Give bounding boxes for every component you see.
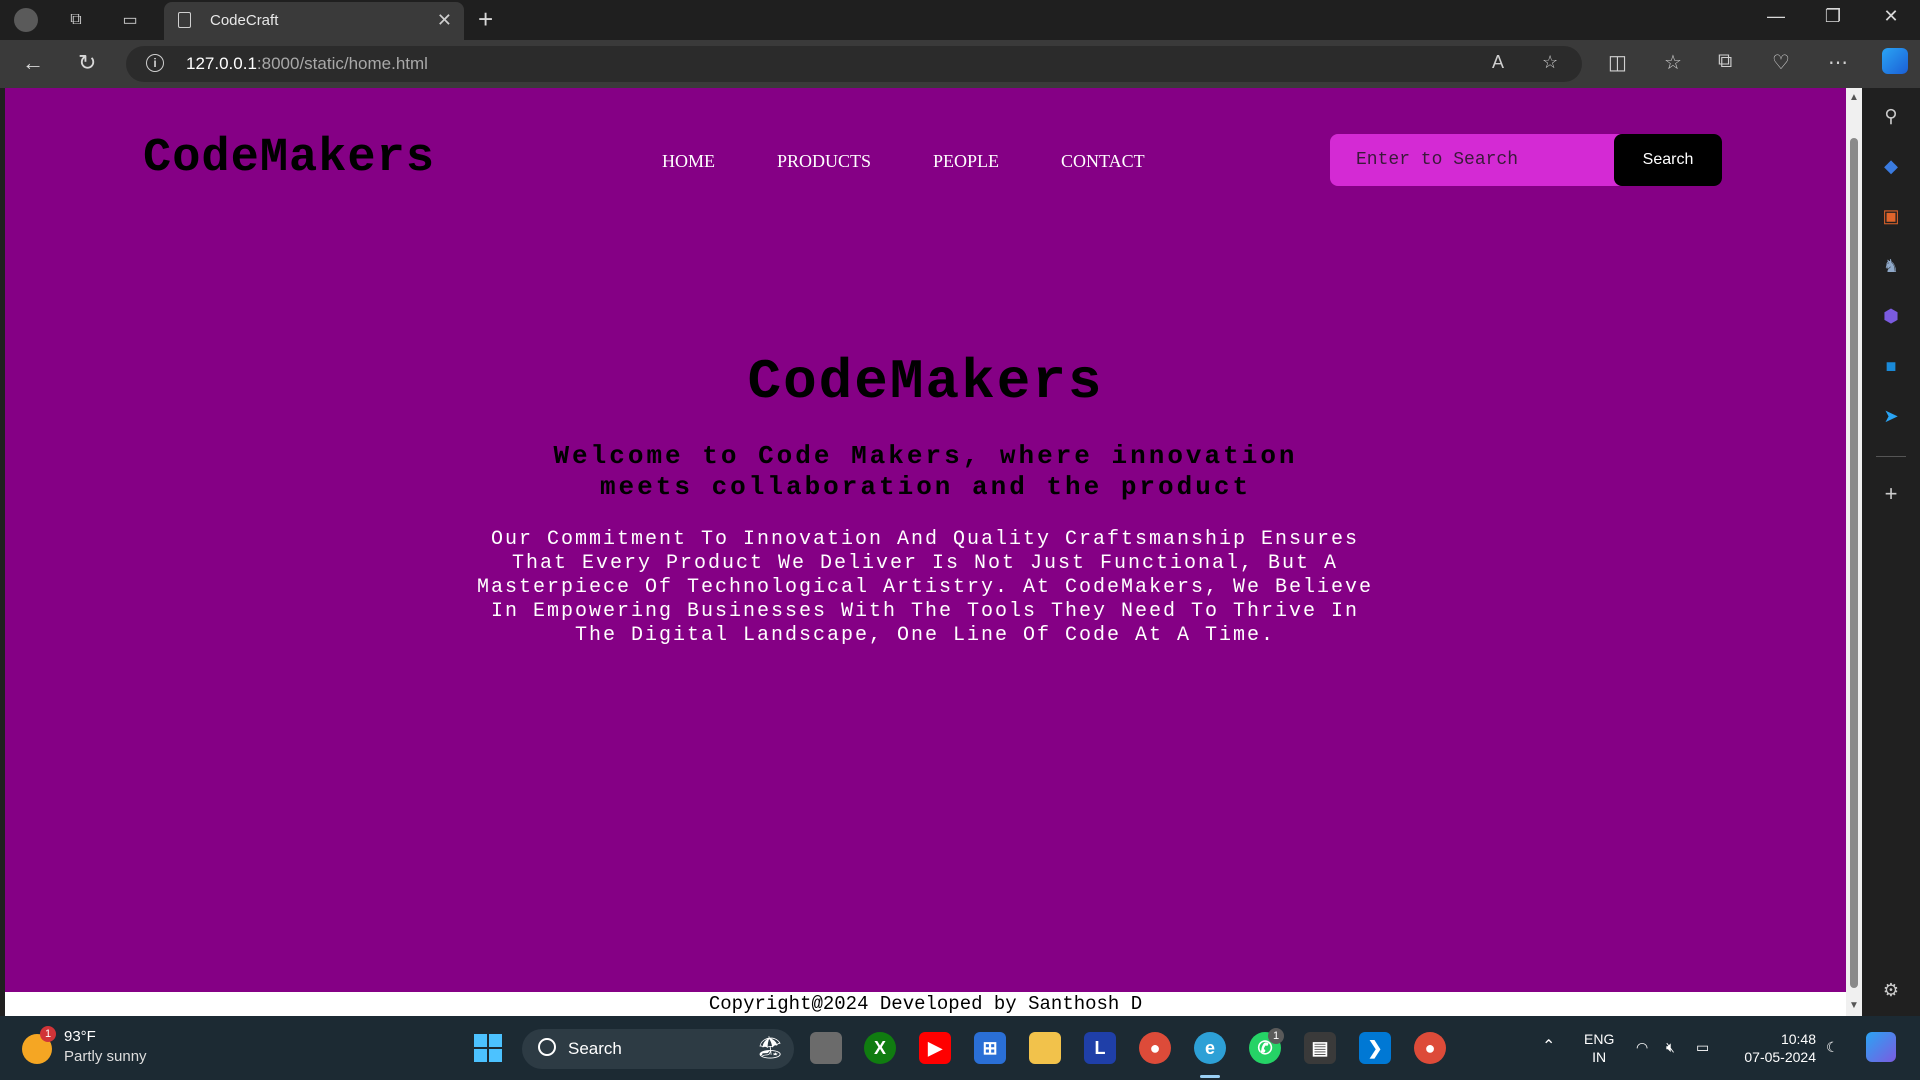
l-app-icon[interactable]: L: [1084, 1032, 1116, 1064]
show-hidden-icons-chevron-icon[interactable]: ⌃: [1542, 1038, 1555, 1056]
browser-title-bar: ⧉ ▭ CodeCraft ✕ + — ❐ ✕: [0, 0, 1920, 40]
file-explorer-icon[interactable]: [1029, 1032, 1061, 1064]
workspaces-icon[interactable]: ⧉: [64, 8, 88, 32]
favorite-star-icon[interactable]: ☆: [1542, 52, 1558, 73]
profile-avatar-icon[interactable]: [14, 8, 38, 32]
chrome-profile-icon[interactable]: ●: [1414, 1032, 1446, 1064]
wifi-icon[interactable]: ◠: [1636, 1038, 1648, 1056]
scroll-up-icon[interactable]: ▲: [1849, 92, 1859, 103]
hero-title: CodeMakers: [747, 350, 1104, 414]
windows-start-icon[interactable]: [472, 1032, 504, 1064]
copilot-icon[interactable]: [1882, 48, 1908, 74]
clock-time: 10:48: [1780, 1031, 1816, 1047]
search-highlight-icon: 🏖: [756, 1035, 784, 1060]
volume-muted-icon[interactable]: 🔇︎: [1666, 1038, 1675, 1056]
tools-icon[interactable]: ▣: [1879, 204, 1903, 228]
vscode-icon[interactable]: ❯: [1359, 1032, 1391, 1064]
windows-taskbar: 1 93°F Partly sunny Search 🏖 X ▶ ⊞ L ● e…: [0, 1016, 1920, 1080]
site-info-icon[interactable]: i: [146, 54, 164, 72]
clock[interactable]: 10:48 07-05-2024: [1736, 1030, 1816, 1066]
edge-sidebar: ⚲ ◆ ▣ ♞ ⬢ ■ ➤ + ⚙: [1862, 88, 1920, 1016]
outlook-icon[interactable]: ■: [1879, 354, 1903, 378]
address-bar[interactable]: i 127.0.0.1:8000/static/home.html A ☆: [126, 46, 1582, 82]
split-screen-icon[interactable]: ◫: [1608, 50, 1627, 75]
lang-code: ENG: [1584, 1031, 1615, 1047]
nav-people[interactable]: PEOPLE: [933, 151, 999, 172]
edge-icon[interactable]: e: [1194, 1032, 1226, 1064]
nav-contact[interactable]: CONTACT: [1061, 151, 1145, 172]
search-icon: [538, 1038, 556, 1056]
clock-date: 07-05-2024: [1744, 1049, 1816, 1065]
vertical-tabs-icon[interactable]: ▭: [118, 8, 142, 32]
favorites-icon[interactable]: ☆: [1664, 50, 1682, 75]
snipping-tool-icon[interactable]: ▤: [1304, 1032, 1336, 1064]
new-tab-button[interactable]: +: [478, 4, 493, 35]
nav-home[interactable]: HOME: [662, 151, 715, 172]
sidebar-search-icon[interactable]: ⚲: [1879, 104, 1903, 128]
page-footer: Copyright@2024 Developed by Santhosh D: [5, 992, 1846, 1016]
youtube-icon[interactable]: ▶: [919, 1032, 951, 1064]
send-icon[interactable]: ➤: [1879, 404, 1903, 428]
hero-subtitle: Welcome to Code Makers, where innovation…: [553, 441, 1298, 502]
hero-paragraph: Our Commitment To Innovation And Quality…: [476, 528, 1374, 647]
url-text[interactable]: 127.0.0.1:8000/static/home.html: [186, 54, 428, 74]
microsoft-store-icon[interactable]: ⊞: [974, 1032, 1006, 1064]
nav-products[interactable]: PRODUCTS: [777, 151, 871, 172]
close-tab-icon[interactable]: ✕: [437, 10, 452, 31]
read-aloud-icon[interactable]: A: [1492, 52, 1504, 73]
games-icon[interactable]: ♞: [1879, 254, 1903, 278]
main-nav: HOME PRODUCTS PEOPLE CONTACT: [662, 151, 1207, 172]
refresh-icon[interactable]: ↻: [78, 50, 96, 76]
close-window-button[interactable]: ✕: [1871, 6, 1911, 27]
search-box: Search: [1330, 134, 1722, 186]
more-menu-icon[interactable]: ⋯: [1828, 50, 1848, 75]
search-button[interactable]: Search: [1614, 134, 1722, 186]
microsoft365-icon[interactable]: ⬢: [1879, 304, 1903, 328]
whatsapp-badge: 1: [1268, 1028, 1284, 1044]
task-view-icon[interactable]: [810, 1032, 842, 1064]
copilot-taskbar-icon[interactable]: [1866, 1032, 1896, 1062]
site-logo[interactable]: CodeMakers: [143, 132, 435, 185]
page-viewport: CodeMakers HOME PRODUCTS PEOPLE CONTACT …: [5, 88, 1846, 1016]
weather-desc: Partly sunny: [64, 1048, 147, 1065]
weather-temp: 93°F: [64, 1028, 96, 1045]
tab-codecraft[interactable]: CodeCraft ✕: [164, 2, 464, 40]
page-document-icon: [178, 12, 191, 28]
language-indicator[interactable]: ENG IN: [1584, 1030, 1614, 1066]
xbox-icon[interactable]: X: [864, 1032, 896, 1064]
tab-title: CodeCraft: [210, 12, 279, 29]
chrome-icon[interactable]: ●: [1139, 1032, 1171, 1064]
focus-assist-icon[interactable]: ☾: [1826, 1038, 1839, 1056]
region-code: IN: [1592, 1049, 1607, 1065]
sidebar-divider: [1876, 456, 1906, 457]
edge-active-indicator: [1200, 1075, 1220, 1078]
restore-button[interactable]: ❐: [1813, 6, 1853, 27]
shopping-tag-icon[interactable]: ◆: [1879, 154, 1903, 178]
collections-icon[interactable]: ⧉: [1718, 50, 1732, 73]
browser-essentials-icon[interactable]: ♡: [1772, 50, 1790, 75]
search-input[interactable]: [1330, 134, 1610, 186]
back-arrow-icon[interactable]: ←: [22, 50, 44, 76]
page-scrollbar[interactable]: ▲ ▼: [1846, 88, 1862, 1016]
scroll-down-icon[interactable]: ▼: [1849, 1000, 1859, 1011]
taskbar-search-label: Search: [568, 1039, 622, 1058]
browser-toolbar: ← ↻ i 127.0.0.1:8000/static/home.html A …: [0, 40, 1920, 88]
minimize-button[interactable]: —: [1756, 6, 1796, 27]
add-sidebar-app-icon[interactable]: +: [1879, 481, 1903, 506]
scrollbar-thumb[interactable]: [1850, 138, 1858, 988]
battery-icon[interactable]: ▭: [1696, 1038, 1709, 1056]
sidebar-settings-gear-icon[interactable]: ⚙: [1879, 978, 1903, 1002]
taskbar-search[interactable]: Search 🏖: [522, 1029, 794, 1069]
weather-badge: 1: [40, 1026, 56, 1042]
